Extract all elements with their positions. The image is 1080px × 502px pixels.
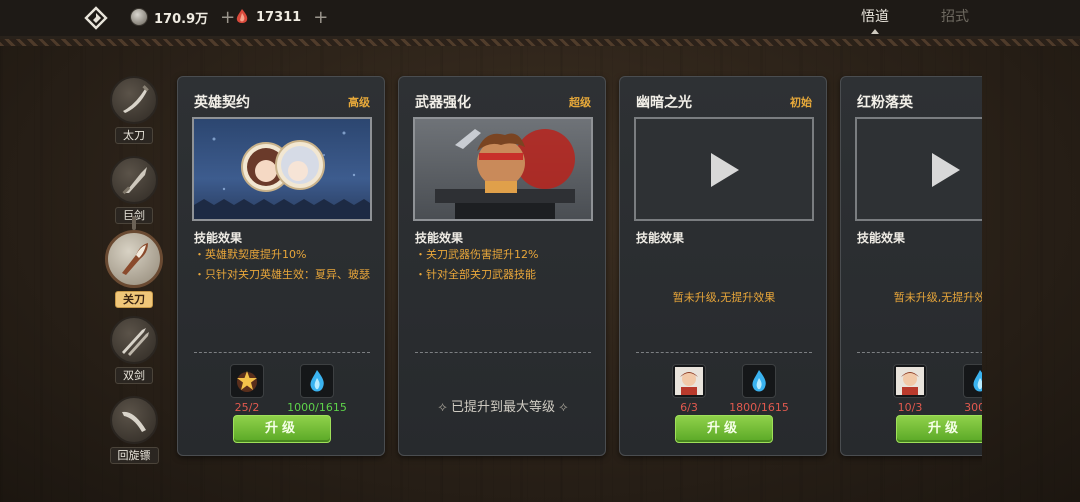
skill-card-dark-light[interactable]: 幽暗之光 初始 技能效果 暂未升级,无提升效果 6/3 1800/1615 升级: [619, 76, 827, 456]
card-grade: 初始: [790, 96, 812, 109]
card-divider: [415, 352, 591, 353]
card-grade: 高级: [348, 96, 370, 109]
max-level-notice: ⟡ 已提升到最大等级 ⟡: [399, 396, 607, 415]
blue-flame-icon: [963, 364, 982, 398]
card-divider: [194, 352, 370, 353]
upgrade-button[interactable]: 升级: [675, 415, 773, 443]
ornament-right-icon: ⟡: [555, 400, 568, 415]
hero-portrait-icon: [893, 364, 927, 398]
card-divider: [857, 352, 982, 353]
card-title: 红粉落英: [857, 95, 913, 111]
no-effect-text: 暂未升级,无提升效果: [672, 291, 776, 304]
material-count-1: 10/3: [897, 401, 923, 414]
material-count-2: 1800/1615: [729, 401, 789, 414]
effect-line-2: ・针对全部关刀武器技能: [415, 268, 536, 281]
material-count-1: 25/2: [234, 401, 260, 414]
video-preview[interactable]: [634, 117, 814, 221]
material-count-1: 6/3: [680, 401, 698, 414]
skill-effect-label: 技能效果: [636, 231, 685, 245]
no-effect-text: 暂未升级,无提升效果: [893, 291, 982, 304]
play-icon[interactable]: [932, 153, 960, 187]
hero-pair-illustration: [194, 131, 370, 219]
skill-card-weapon-enhance[interactable]: 武器强化 超级 技能效果 ・关刀武器伤害提升12% ・针对全部关刀武器技能 ⟡ …: [398, 76, 606, 456]
blacksmith-hero-illustration: [435, 129, 575, 219]
skill-card-hero-contract[interactable]: 英雄契约 高级 技能效果 ・英雄默契度提升10% ・只针对关刀英雄生效：夏异、玻…: [177, 76, 385, 456]
card-title: 幽暗之光: [636, 95, 692, 111]
effect-line-2: ・只针对关刀英雄生效：夏异、玻瑟: [194, 268, 370, 281]
card-illustration: [413, 117, 593, 221]
upgrade-button[interactable]: 升级: [233, 415, 331, 443]
skill-card-pink-petals[interactable]: 红粉落英 技能效果 暂未升级,无提升效果 10/3 3000/ 升级: [840, 76, 982, 456]
card-title: 英雄契约: [194, 95, 250, 111]
ornament-left-icon: ⟡: [438, 400, 451, 415]
video-preview[interactable]: [855, 117, 982, 221]
max-level-text: 已提升到最大等级: [450, 400, 555, 415]
upgrade-button[interactable]: 升级: [896, 415, 982, 443]
effect-line-1: ・关刀武器伤害提升12%: [415, 248, 539, 261]
star-badge-icon: [230, 364, 264, 398]
card-title: 武器强化: [415, 95, 471, 111]
material-count-2: 1000/1615: [287, 401, 347, 414]
skill-effect-label: 技能效果: [194, 231, 243, 245]
card-illustration: [192, 117, 372, 221]
skill-effect-label: 技能效果: [857, 231, 906, 245]
hero-portrait-icon: [672, 364, 706, 398]
blue-flame-icon: [742, 364, 776, 398]
effect-line-1: ・英雄默契度提升10%: [194, 248, 307, 261]
blue-flame-icon: [300, 364, 334, 398]
card-scroll-area[interactable]: 英雄契约 高级 技能效果 ・英雄默契度提升10% ・只针对关刀英雄生效：夏异、玻…: [0, 0, 982, 502]
material-count-2: 3000/: [964, 401, 982, 414]
card-divider: [636, 352, 812, 353]
card-grade: 超级: [569, 96, 591, 109]
skill-effect-label: 技能效果: [415, 231, 464, 245]
play-icon[interactable]: [711, 153, 739, 187]
